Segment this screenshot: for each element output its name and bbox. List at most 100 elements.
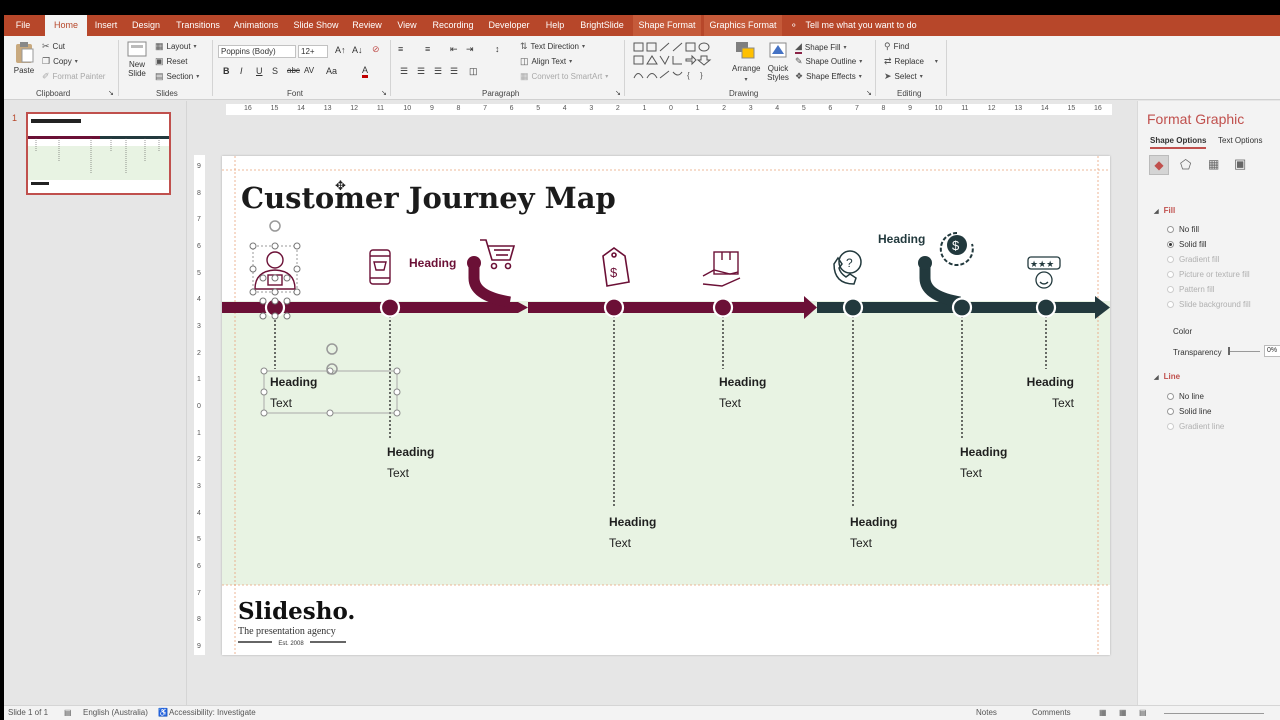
gradient-line-radio[interactable] [1167, 423, 1174, 430]
tab-review[interactable]: Review [350, 15, 384, 36]
copy-button[interactable]: ❐ Copy ▾ [42, 56, 78, 67]
bullets-icon[interactable]: ≡ [398, 44, 403, 54]
replace-button[interactable]: ⇄ Replace ▾ [884, 56, 938, 67]
solid-fill-radio[interactable] [1167, 241, 1174, 248]
shape-effects-button[interactable]: ❖ Shape Effects ▾ [795, 71, 862, 82]
reading-view-icon[interactable]: ▤ [1139, 708, 1147, 717]
transparency-slider[interactable] [1228, 351, 1260, 352]
zoom-slider[interactable] [1164, 713, 1264, 714]
arrange-button[interactable]: Arrange ▾ [732, 40, 760, 83]
step-text[interactable]: Text [387, 466, 410, 480]
layout-button[interactable]: ▦ Layout ▾ [155, 41, 197, 52]
price-tag-icon[interactable]: $ [602, 247, 630, 287]
tell-me-search[interactable]: ⚬ Tell me what you want to do [790, 15, 930, 36]
clear-format-icon[interactable]: ⊘ [372, 44, 380, 55]
fill-section-header[interactable]: ◢ Fill [1154, 206, 1175, 215]
change-case-icon[interactable]: Aa [326, 66, 337, 76]
solid-line-radio[interactable] [1167, 408, 1174, 415]
tab-graphics-format[interactable]: Graphics Format [704, 15, 782, 36]
underline-icon[interactable]: U [256, 66, 263, 76]
numbering-icon[interactable]: ≡ [425, 44, 430, 54]
increase-indent-icon[interactable]: ⇥ [466, 44, 474, 55]
tab-help[interactable]: Help [541, 15, 569, 36]
effects-pentagon-icon[interactable]: ⬠ [1180, 157, 1191, 173]
line-spacing-icon[interactable]: ↕ [495, 44, 500, 54]
shape-outline-button[interactable]: ✎ Shape Outline ▾ [795, 56, 862, 67]
size-properties-icon[interactable]: ▦ [1208, 157, 1219, 171]
timeline-bar-maroon[interactable] [528, 302, 806, 313]
tab-file[interactable]: File [4, 15, 42, 36]
italic-icon[interactable]: I [240, 66, 243, 76]
font-family-select[interactable]: Poppins (Body) [218, 45, 296, 58]
step-text[interactable]: Text [270, 396, 293, 410]
align-center-icon[interactable]: ☰ [417, 66, 425, 77]
tab-transitions[interactable]: Transitions [173, 15, 223, 36]
tab-insert[interactable]: Insert [91, 15, 121, 36]
find-button[interactable]: ⚲ Find [884, 41, 909, 52]
step-text[interactable]: Text [1052, 396, 1075, 410]
gradient-fill-radio[interactable] [1167, 256, 1174, 263]
reset-button[interactable]: ▣ Reset [155, 56, 187, 67]
no-line-radio[interactable] [1167, 393, 1174, 400]
step-heading[interactable]: Heading [270, 375, 317, 389]
font-color-icon[interactable]: A [362, 65, 369, 78]
notes-button[interactable]: Notes [976, 708, 997, 717]
shapes-gallery[interactable]: {} [632, 41, 722, 85]
format-painter-button[interactable]: ✐ Format Painter [42, 71, 105, 82]
shadow-icon[interactable]: S [272, 66, 278, 76]
delivery-hand-icon[interactable] [702, 251, 741, 287]
tab-brightslide[interactable]: BrightSlide [577, 15, 627, 36]
tab-animations[interactable]: Animations [230, 15, 282, 36]
strikethrough-icon[interactable]: abc [287, 66, 300, 75]
dialog-launcher-icon[interactable]: ↘ [866, 89, 872, 97]
paste-button[interactable]: Paste [12, 40, 36, 88]
notes-check-icon[interactable]: ▤ [64, 708, 72, 717]
customer-icon[interactable] [254, 251, 296, 290]
no-fill-radio[interactable] [1167, 226, 1174, 233]
step-heading[interactable]: Heading [609, 515, 656, 529]
step-heading[interactable]: Heading [850, 515, 897, 529]
fill-line-icon[interactable]: ◆ [1149, 155, 1169, 175]
normal-view-icon[interactable]: ▦ [1099, 708, 1107, 717]
decrease-indent-icon[interactable]: ⇤ [450, 44, 458, 55]
tab-text-options[interactable]: Text Options [1218, 136, 1262, 145]
tab-home[interactable]: Home [45, 15, 87, 36]
mid-heading-slate[interactable]: Heading [878, 232, 925, 246]
vertical-ruler[interactable]: 9 8 7 6 5 4 3 2 1 0 1 2 3 4 5 6 7 8 9 [194, 155, 205, 655]
text-direction-button[interactable]: ⇅ Text Direction ▾ [520, 41, 585, 52]
cut-button[interactable]: ✂ Cut [42, 41, 65, 52]
step-heading[interactable]: Heading [960, 445, 1007, 459]
step-text[interactable]: Text [719, 396, 742, 410]
slide-title[interactable]: Customer Journey Map [241, 181, 616, 215]
phone-support-icon[interactable]: ? [833, 250, 862, 285]
tab-slide-show[interactable]: Slide Show [291, 15, 341, 36]
step-heading[interactable]: Heading [1027, 375, 1074, 389]
select-button[interactable]: ➤ Select ▾ [884, 71, 923, 82]
slide-canvas[interactable]: $ ? $ ★★★ Customer Journey Map Heading H… [222, 156, 1110, 655]
slide-background-fill-radio[interactable] [1167, 301, 1174, 308]
tab-design[interactable]: Design [128, 15, 164, 36]
step-text[interactable]: Text [960, 466, 983, 480]
step-heading[interactable]: Heading [387, 445, 434, 459]
step-text[interactable]: Text [609, 536, 632, 550]
refund-dollar-icon[interactable]: $ [939, 231, 974, 266]
align-right-icon[interactable]: ☰ [434, 66, 442, 77]
section-button[interactable]: ▤ Section ▾ [155, 71, 199, 82]
align-left-icon[interactable]: ☰ [400, 66, 408, 77]
decrease-font-icon[interactable]: A↓ [352, 45, 363, 55]
bold-icon[interactable]: B [223, 66, 230, 76]
mid-heading-maroon[interactable]: Heading [409, 256, 456, 270]
transparency-slider-thumb[interactable] [1228, 347, 1230, 355]
dialog-launcher-icon[interactable]: ↘ [108, 89, 114, 97]
tab-shape-options[interactable]: Shape Options [1150, 136, 1207, 149]
step-text[interactable]: Text [850, 536, 873, 550]
tab-recording[interactable]: Recording [428, 15, 478, 36]
rating-stars-icon[interactable]: ★★★ [1027, 256, 1061, 289]
tab-shape-format[interactable]: Shape Format [633, 15, 701, 36]
slide-sorter-icon[interactable]: ▦ [1119, 708, 1127, 717]
new-slide-button[interactable]: New Slide [124, 40, 150, 78]
line-section-header[interactable]: ◢ Line [1154, 372, 1180, 381]
dialog-launcher-icon[interactable]: ↘ [615, 89, 621, 97]
accessibility-icon[interactable]: ♿ [158, 708, 168, 717]
char-spacing-icon[interactable]: AV [304, 66, 314, 75]
